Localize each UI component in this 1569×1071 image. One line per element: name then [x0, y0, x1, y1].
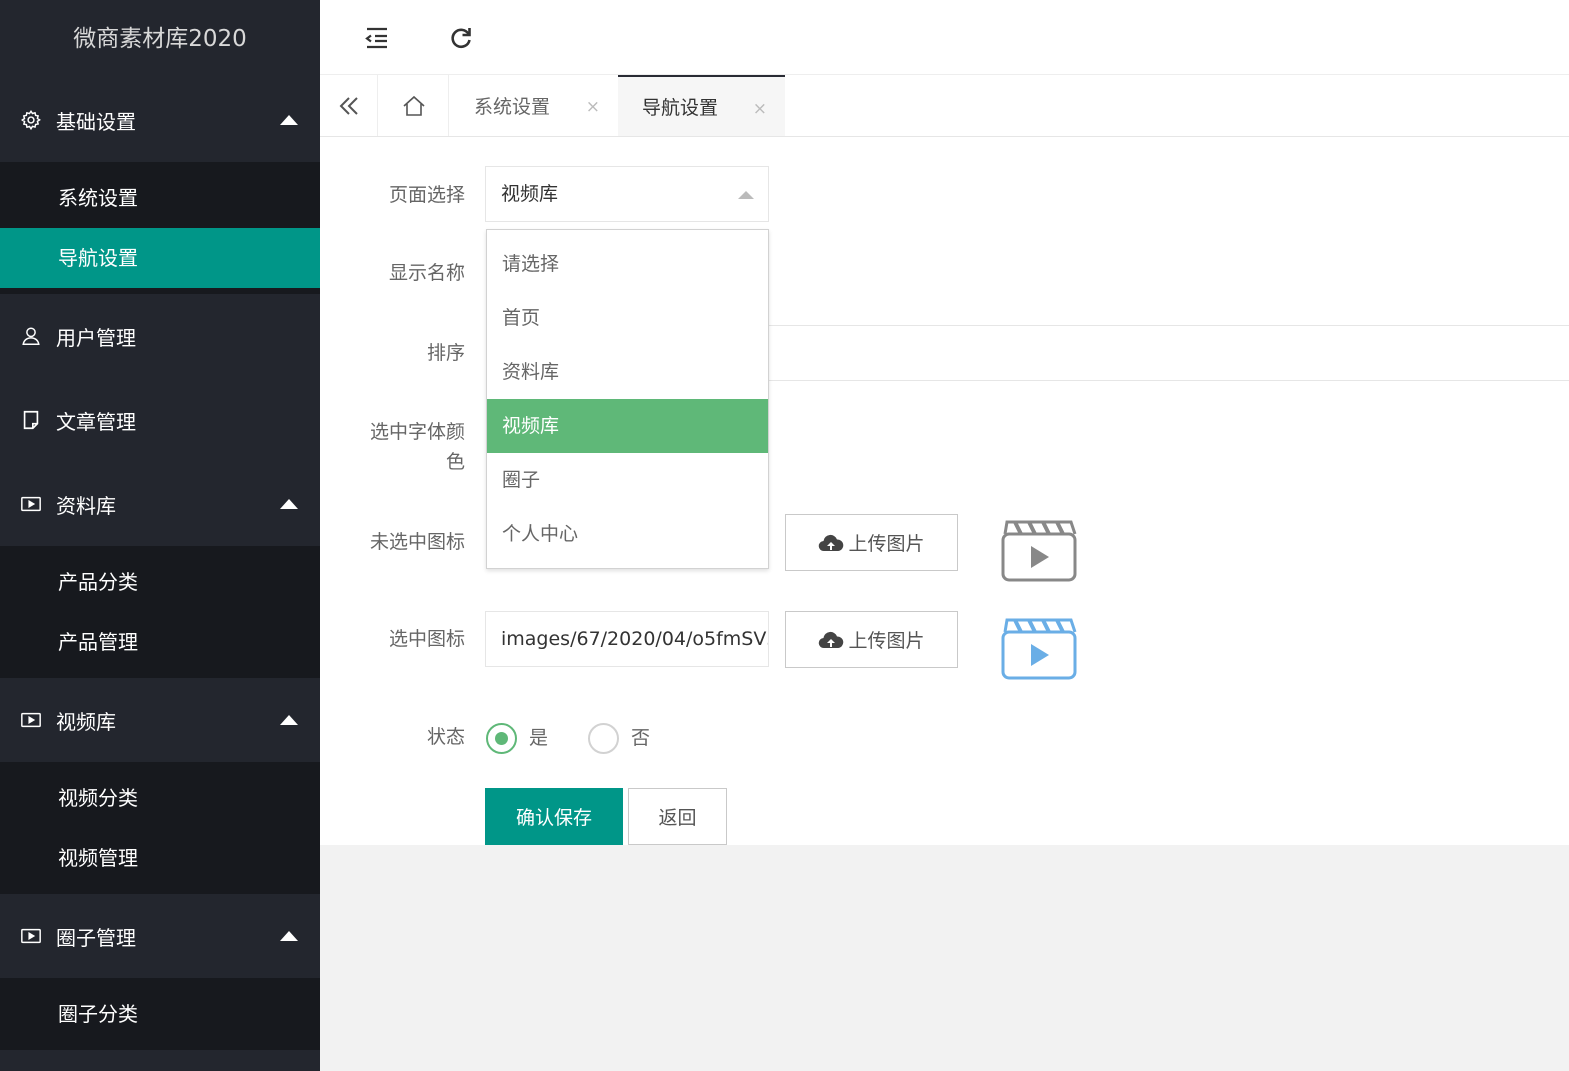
unselected-icon-label: 未选中图标	[369, 531, 465, 553]
nav-head-article-management[interactable]: 文章管理	[0, 378, 320, 462]
cloud-upload-icon	[819, 534, 844, 551]
sidebar-item-system-settings[interactable]: 系统设置	[0, 168, 320, 228]
collapse-menu-icon[interactable]	[363, 24, 391, 52]
submenu-video-library: 视频分类 视频管理	[0, 762, 320, 894]
home-icon[interactable]	[379, 75, 449, 136]
page-select-label: 页面选择	[388, 184, 465, 206]
caret-up-icon	[280, 499, 298, 509]
submenu-material-library: 产品分类 产品管理	[0, 546, 320, 678]
upload-button-label: 上传图片	[848, 630, 925, 652]
status-radio-yes[interactable]	[486, 723, 517, 754]
dropdown-option-selected[interactable]: 视频库	[487, 399, 768, 453]
dropdown-option[interactable]: 个人中心	[487, 507, 768, 561]
document-icon	[18, 407, 44, 433]
sidebar-item-video-management[interactable]: 视频管理	[0, 828, 320, 888]
sidebar-item-product-management[interactable]: 产品管理	[0, 612, 320, 672]
nav-head-material-library[interactable]: 资料库	[0, 462, 320, 546]
submenu-basic-settings: 系统设置 导航设置	[0, 162, 320, 294]
caret-up-icon	[280, 715, 298, 725]
nav-head-user-management[interactable]: 用户管理	[0, 294, 320, 378]
back-button[interactable]: 返回	[628, 788, 727, 845]
page-select-dropdown: 请选择 首页 资料库 视频库 圈子 个人中心	[486, 229, 769, 569]
dropdown-option[interactable]: 资料库	[487, 345, 768, 399]
selected-font-color-label: 选中字体颜 色	[369, 421, 465, 473]
status-label: 状态	[426, 726, 465, 748]
gear-icon	[18, 107, 44, 133]
nav-head-circle-management[interactable]: 圈子管理	[0, 894, 320, 978]
nav-head-label: 圈子管理	[56, 925, 136, 950]
nav-head-label: 基础设置	[56, 109, 136, 134]
sidebar-item-video-category[interactable]: 视频分类	[0, 768, 320, 828]
double-chevron-left-icon[interactable]	[320, 75, 378, 136]
video-frame-icon	[18, 491, 44, 517]
nav-group-user-management: 用户管理	[0, 294, 320, 378]
form-panel: 页面选择 视频库 显示名称 排序 选中字体颜 色 未选中图标 上传图片 选中图标…	[320, 137, 1569, 845]
page-select-value: 视频库	[501, 183, 559, 205]
sort-label: 排序	[426, 342, 465, 364]
status-radio-no-label[interactable]: 否	[631, 723, 650, 753]
tab-bar: 系统设置 × 导航设置 ×	[320, 75, 1569, 137]
caret-up-icon	[280, 115, 298, 125]
tab-system-settings[interactable]: 系统设置 ×	[450, 75, 618, 136]
refresh-icon[interactable]	[447, 24, 475, 52]
close-icon[interactable]: ×	[586, 97, 600, 117]
video-frame-icon	[18, 923, 44, 949]
tab-label: 导航设置	[642, 97, 719, 119]
upload-unselected-icon-button[interactable]: 上传图片	[785, 514, 958, 571]
close-icon[interactable]: ×	[753, 99, 767, 119]
upload-button-label: 上传图片	[848, 533, 925, 555]
tab-navigation-settings[interactable]: 导航设置 ×	[618, 75, 785, 136]
sidebar-item-circle-category[interactable]: 圈子分类	[0, 984, 320, 1044]
sidebar: 微商素材库2020 基础设置 系统设置 导航设置 用户管理 文章管理 资料库 产…	[0, 0, 320, 1071]
sidebar-item-product-category[interactable]: 产品分类	[0, 552, 320, 612]
sidebar-item-navigation-settings[interactable]: 导航设置	[0, 228, 320, 288]
top-header	[320, 0, 1569, 75]
status-radio-no[interactable]	[588, 723, 619, 754]
dropdown-option[interactable]: 首页	[487, 291, 768, 345]
nav-head-label: 文章管理	[56, 409, 136, 434]
nav-group-basic-settings: 基础设置 系统设置 导航设置	[0, 78, 320, 294]
selected-icon-path-input[interactable]: images/67/2020/04/o5fmSV5	[485, 611, 769, 667]
nav-head-basic-settings[interactable]: 基础设置	[0, 78, 320, 162]
nav-head-label: 资料库	[56, 493, 116, 518]
display-name-label: 显示名称	[388, 262, 465, 284]
page-select[interactable]: 视频库	[485, 166, 769, 222]
nav-head-video-library[interactable]: 视频库	[0, 678, 320, 762]
nav-head-label: 视频库	[56, 709, 116, 734]
video-frame-icon	[18, 707, 44, 733]
video-clapper-icon-blue	[1001, 616, 1077, 680]
nav-group-article-management: 文章管理	[0, 378, 320, 462]
dropdown-option[interactable]: 请选择	[487, 237, 768, 291]
nav-head-label: 用户管理	[56, 325, 136, 350]
nav-group-circle-management: 圈子管理 圈子分类	[0, 894, 320, 1050]
user-icon	[18, 323, 44, 349]
caret-up-icon	[280, 931, 298, 941]
caret-up-icon	[738, 191, 754, 199]
save-button[interactable]: 确认保存	[485, 788, 623, 845]
dropdown-option[interactable]: 圈子	[487, 453, 768, 507]
nav-group-video-library: 视频库 视频分类 视频管理	[0, 678, 320, 894]
selected-icon-label: 选中图标	[388, 628, 465, 650]
upload-selected-icon-button[interactable]: 上传图片	[785, 611, 958, 668]
submenu-circle-management: 圈子分类	[0, 978, 320, 1050]
nav-group-material-library: 资料库 产品分类 产品管理	[0, 462, 320, 678]
cloud-upload-icon	[819, 631, 844, 648]
tab-label: 系统设置	[474, 96, 551, 118]
app-logo-title: 微商素材库2020	[73, 26, 247, 52]
sort-input[interactable]	[769, 325, 1569, 381]
video-clapper-icon-gray	[1001, 518, 1077, 582]
status-radio-yes-label[interactable]: 是	[529, 723, 548, 753]
